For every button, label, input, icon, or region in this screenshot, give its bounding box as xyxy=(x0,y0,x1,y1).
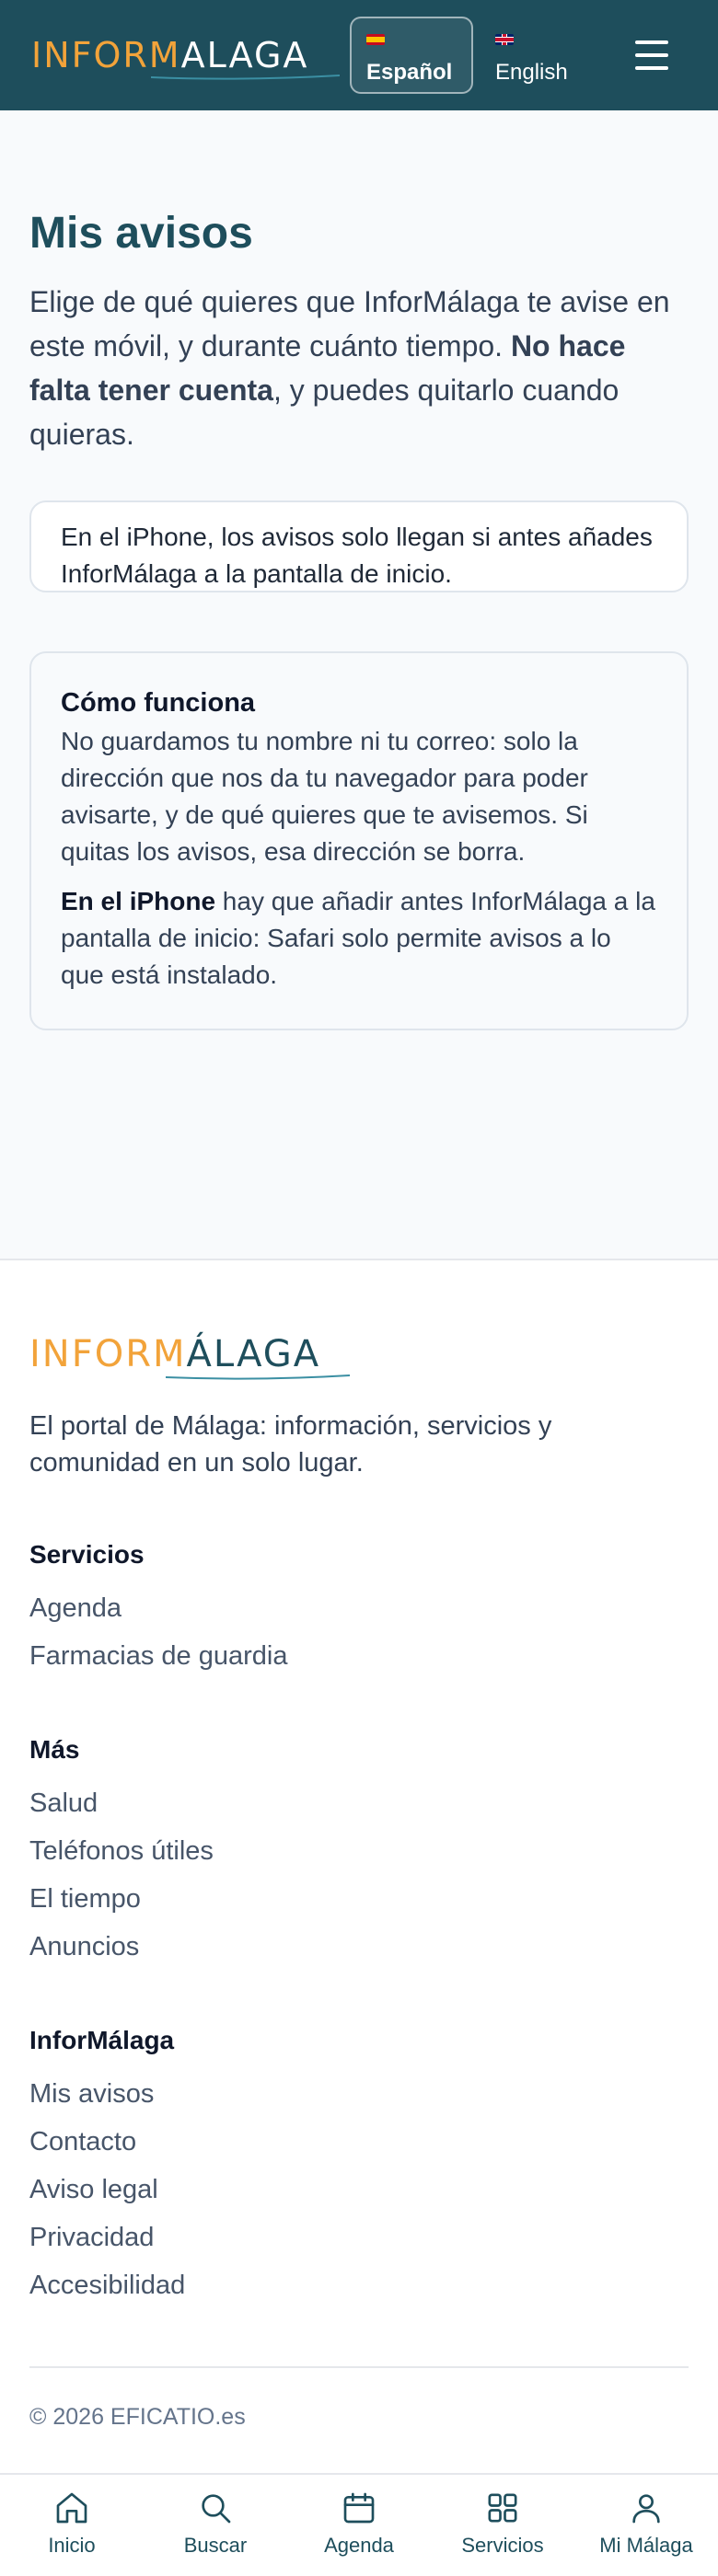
nav-item-buscar[interactable]: Buscar xyxy=(144,2475,287,2576)
nav-label: Inicio xyxy=(48,2534,96,2557)
search-icon xyxy=(202,2494,231,2524)
footer-section-servicios: Servicios Agenda Farmacias de guardia xyxy=(29,1536,674,1680)
intro-text: Elige de qué quieres que InforMálaga te … xyxy=(29,280,683,456)
language-button-en[interactable]: English xyxy=(479,17,608,94)
how-p2-bold: En el iPhone xyxy=(61,887,216,915)
footer-logo-malaga: ÁLAGA xyxy=(186,1333,321,1375)
logo-inform-text: INFORM xyxy=(31,35,181,75)
footer-link-tiempo[interactable]: El tiempo xyxy=(29,1875,674,1923)
nav-item-inicio[interactable]: Inicio xyxy=(0,2475,144,2576)
footer-heading: InforMálaga xyxy=(29,2026,175,2054)
footer-link-contacto[interactable]: Contacto xyxy=(29,2118,674,2166)
footer-section-mas: Más Salud Teléfonos útiles El tiempo Anu… xyxy=(29,1731,674,1971)
how-it-works-paragraph-1: No guardamos tu nombre ni tu correo: sol… xyxy=(61,727,588,866)
footer-logo-underline-icon xyxy=(166,1374,350,1380)
nav-item-agenda[interactable]: Agenda xyxy=(287,2475,431,2576)
footer-link-privacidad[interactable]: Privacidad xyxy=(29,2214,674,2261)
site-header: INFORMALAGA Español English xyxy=(0,0,718,110)
user-icon xyxy=(632,2494,660,2524)
nav-label: Buscar xyxy=(183,2534,248,2557)
footer-logo-inform: INFORM xyxy=(29,1333,187,1375)
hamburger-menu-icon[interactable] xyxy=(626,33,677,77)
language-label-es: Español xyxy=(366,60,453,85)
uk-flag-icon xyxy=(495,31,591,50)
footer-section-informalaga: InforMálaga Mis avisos Contacto Aviso le… xyxy=(29,2022,674,2309)
nav-label: Agenda xyxy=(324,2534,394,2557)
how-it-works-card: Cómo funciona No guardamos tu nombre ni … xyxy=(29,651,689,1030)
footer-heading: Más xyxy=(29,1735,80,1764)
footer-link-mis-avisos[interactable]: Mis avisos xyxy=(29,2070,674,2118)
footer-copyright: © 2026 EFICATIO.es xyxy=(29,2404,246,2430)
bottom-navigation: Inicio Buscar Agenda Servicios Mi Málaga xyxy=(0,2473,718,2576)
grid-icon xyxy=(488,2493,517,2523)
logo-underline-icon xyxy=(151,75,340,80)
footer-heading: Servicios xyxy=(29,1540,145,1569)
footer-link-anuncios[interactable]: Anuncios xyxy=(29,1923,674,1971)
nav-label: Mi Málaga xyxy=(599,2534,693,2557)
footer-link-aviso-legal[interactable]: Aviso legal xyxy=(29,2166,674,2214)
nav-item-servicios[interactable]: Servicios xyxy=(431,2475,574,2576)
calendar-icon xyxy=(343,2492,375,2524)
footer-link-telefonos[interactable]: Teléfonos útiles xyxy=(29,1827,674,1875)
logo-malaga-text: ALAGA xyxy=(180,35,309,75)
page-title: Mis avisos xyxy=(29,209,253,258)
footer-divider xyxy=(29,2366,689,2368)
site-logo[interactable]: INFORMALAGA xyxy=(31,35,340,81)
footer-link-agenda[interactable]: Agenda xyxy=(29,1584,674,1632)
footer-logo[interactable]: INFORMÁLAGA xyxy=(29,1333,350,1380)
nav-item-mi-malaga[interactable]: Mi Málaga xyxy=(574,2475,718,2576)
site-footer: INFORMÁLAGA El portal de Málaga: informa… xyxy=(0,1259,718,2473)
footer-link-accesibilidad[interactable]: Accesibilidad xyxy=(29,2261,674,2309)
main-content: Mis avisos Elige de qué quieres que Info… xyxy=(0,110,718,1259)
iphone-notice: En el iPhone, los avisos solo llegan si … xyxy=(29,500,689,592)
spain-flag-icon xyxy=(366,31,457,50)
footer-link-salud[interactable]: Salud xyxy=(29,1779,674,1827)
nav-label: Servicios xyxy=(461,2534,544,2557)
how-it-works-title: Cómo funciona xyxy=(61,688,256,718)
how-it-works-paragraph-2: En el iPhone hay que añadir antes InforM… xyxy=(61,883,657,994)
footer-link-farmacias[interactable]: Farmacias de guardia xyxy=(29,1632,674,1680)
language-button-es[interactable]: Español xyxy=(350,17,473,94)
home-icon xyxy=(56,2492,87,2524)
footer-tagline: El portal de Málaga: información, servic… xyxy=(29,1411,552,1478)
language-label-en: English xyxy=(495,60,568,85)
